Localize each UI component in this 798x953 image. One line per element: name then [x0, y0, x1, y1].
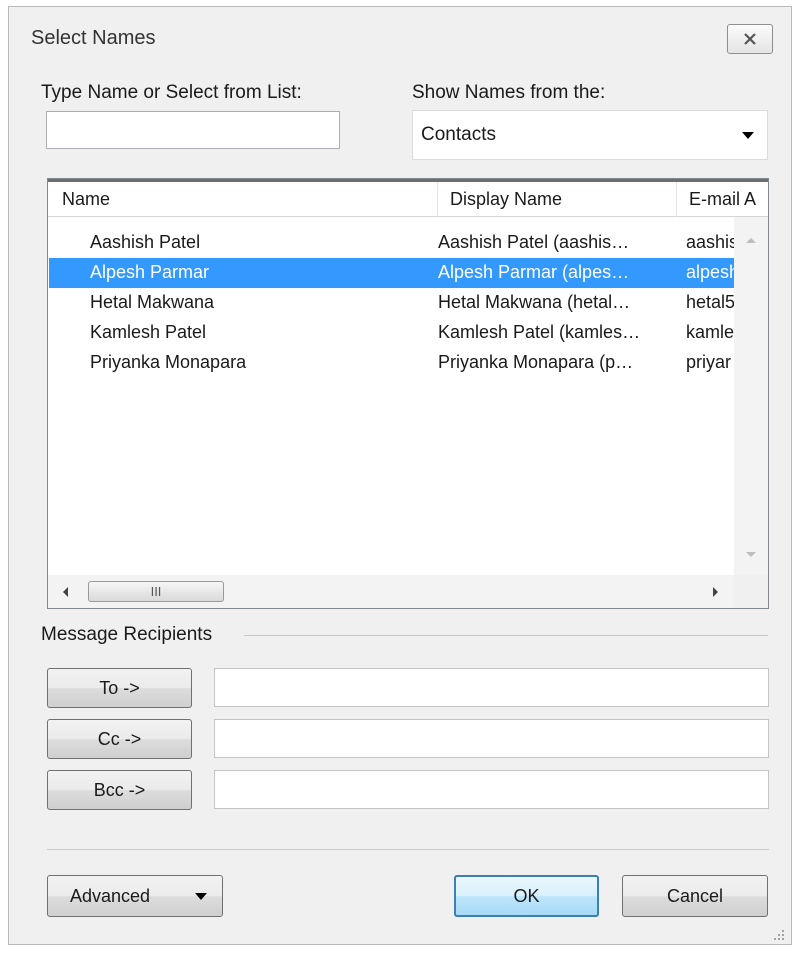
list-header: Name Display Name E-mail A: [48, 179, 768, 217]
dialog-title: Select Names: [31, 27, 156, 49]
ok-button[interactable]: OK: [454, 875, 599, 917]
recipients-divider: [244, 635, 768, 636]
row-email: alpesh: [686, 262, 734, 282]
cancel-button[interactable]: Cancel: [622, 875, 768, 917]
search-label: Type Name or Select from List:: [41, 82, 302, 103]
cc-field[interactable]: [214, 719, 769, 758]
advanced-label: Advanced: [70, 885, 151, 906]
list-item[interactable]: Aashish Patel Aashish Patel (aashis… aas…: [49, 228, 734, 258]
vertical-scrollbar[interactable]: [734, 217, 768, 575]
row-email: aashis: [686, 232, 734, 252]
column-divider[interactable]: [676, 182, 677, 217]
row-display-name: Aashish Patel (aashis…: [438, 232, 630, 252]
row-name: Hetal Makwana: [90, 292, 215, 312]
scroll-down-icon[interactable]: [745, 551, 757, 558]
row-display-name: Hetal Makwana (hetal…: [438, 292, 631, 312]
to-field[interactable]: [214, 668, 769, 707]
row-name: Alpesh Parmar: [90, 262, 210, 282]
close-icon: [744, 33, 756, 45]
row-display-name: Alpesh Parmar (alpes…: [438, 262, 630, 282]
column-display-name[interactable]: Display Name: [450, 189, 562, 210]
row-name: Aashish Patel: [90, 232, 201, 252]
address-book-dropdown[interactable]: Contacts: [412, 110, 768, 160]
scroll-left-icon[interactable]: [62, 586, 69, 598]
footer-divider: [47, 849, 769, 850]
resize-grip-icon[interactable]: [773, 929, 785, 941]
search-input[interactable]: [46, 111, 340, 149]
list-item[interactable]: Alpesh Parmar Alpesh Parmar (alpes… alpe…: [49, 258, 734, 288]
bcc-field[interactable]: [214, 770, 769, 809]
scroll-up-icon[interactable]: [745, 237, 757, 244]
bcc-button[interactable]: Bcc ->: [47, 770, 192, 810]
recipients-group-label: Message Recipients: [41, 624, 213, 645]
scroll-thumb-grip: III: [150, 584, 162, 599]
row-email: hetal5: [686, 292, 734, 312]
horizontal-scrollbar[interactable]: III: [48, 575, 734, 608]
select-names-dialog: Select Names Type Name or Select from Li…: [8, 6, 792, 945]
chevron-down-icon: [195, 893, 207, 900]
row-email: kamle: [686, 322, 734, 342]
list-item[interactable]: Hetal Makwana Hetal Makwana (hetal… heta…: [49, 288, 734, 318]
close-button[interactable]: [727, 24, 773, 54]
cc-button[interactable]: Cc ->: [47, 719, 192, 759]
address-book-selected: Contacts: [421, 124, 496, 145]
chevron-down-icon: [742, 132, 754, 139]
row-display-name: Priyanka Monapara (p…: [438, 352, 634, 372]
list-item[interactable]: Kamlesh Patel Kamlesh Patel (kamles… kam…: [49, 318, 734, 348]
address-book-label: Show Names from the:: [412, 82, 606, 103]
row-name: Kamlesh Patel: [90, 322, 207, 342]
scroll-right-icon[interactable]: [712, 586, 719, 598]
row-email: priyar: [686, 352, 732, 372]
names-list[interactable]: Name Display Name E-mail A Aashish Patel…: [47, 178, 769, 609]
to-button[interactable]: To ->: [47, 668, 192, 708]
horizontal-scroll-thumb[interactable]: III: [88, 581, 224, 602]
column-divider[interactable]: [437, 182, 438, 217]
scrollbar-corner: [734, 575, 768, 608]
column-email[interactable]: E-mail A: [689, 189, 756, 210]
row-display-name: Kamlesh Patel (kamles…: [438, 322, 641, 342]
row-name: Priyanka Monapara: [90, 352, 247, 372]
advanced-button[interactable]: Advanced: [47, 875, 223, 917]
list-item[interactable]: Priyanka Monapara Priyanka Monapara (p… …: [49, 348, 734, 378]
column-name[interactable]: Name: [62, 189, 110, 210]
